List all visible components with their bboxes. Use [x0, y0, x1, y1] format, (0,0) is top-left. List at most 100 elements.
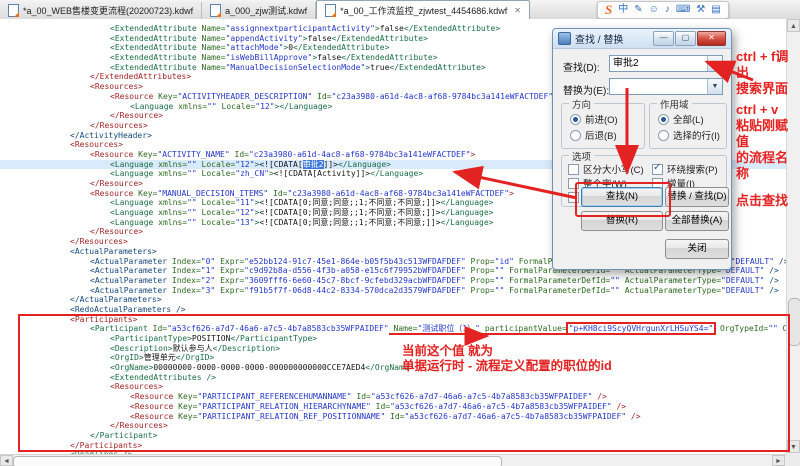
direction-option-0[interactable]: 前进(O): [570, 112, 618, 126]
scroll-down-icon[interactable]: ▼: [787, 440, 800, 453]
close-icon[interactable]: ✕: [697, 31, 726, 46]
minimize-icon[interactable]: —: [653, 31, 674, 46]
editor-tab-1[interactable]: a_000_zjw测试.kdwf: [202, 2, 316, 19]
scope-option-0[interactable]: 全部(L): [658, 112, 704, 126]
chevron-down-icon[interactable]: ▼: [707, 79, 722, 94]
checkbox-icon[interactable]: [568, 178, 579, 189]
code-token: "assignnextparticipantActivity": [226, 24, 375, 33]
code-token: "DEFAULT": [721, 276, 764, 285]
code-token: xmlns=: [158, 218, 187, 227]
code-token: 默认参与人: [173, 344, 213, 353]
tab-label: *a_00_WEB售楼变更流程(20200723).kdwf: [23, 4, 193, 17]
checkbox-icon[interactable]: [568, 164, 579, 175]
code-token: "attachMode": [226, 43, 284, 52]
code-token: Index=: [172, 257, 201, 266]
scroll-up-icon[interactable]: ▲: [787, 19, 800, 32]
code-token: "": [610, 286, 620, 295]
ime-pen-icon[interactable]: ✎: [634, 3, 642, 17]
ime-toolbox-icon[interactable]: ⚒: [696, 3, 705, 17]
replace-input[interactable]: ▼: [609, 78, 723, 95]
option-option-0[interactable]: 区分大小写(C): [568, 162, 644, 176]
maximize-icon[interactable]: ▢: [675, 31, 696, 46]
code-token: Key=: [138, 189, 157, 198]
code-token: "c23a3980-a61d-4ac8-af68-9784bc3a141eWFA…: [332, 92, 554, 101]
code-token: "a53cf626-a7d7-46a6-a7c5-4b7a8583cb35WFP…: [371, 392, 593, 401]
replace-label: 替换为(E):: [563, 82, 609, 97]
code-token: Name=: [202, 24, 226, 33]
replace-all-button[interactable]: 全部替换(A): [665, 211, 729, 231]
code-token: <Resource: [110, 92, 158, 101]
code-token: Id=: [352, 392, 371, 401]
direction-group: 方向 前进(O)后退(B): [561, 103, 645, 149]
scroll-left-icon[interactable]: ◄: [0, 455, 13, 466]
code-token: "": [187, 218, 197, 227]
code-token: Expr=: [215, 257, 244, 266]
code-token: Name=: [202, 53, 226, 62]
code-token: true: [370, 63, 389, 72]
option-label: 区分大小写(C): [583, 162, 644, 176]
ime-language-toggle[interactable]: 中: [618, 3, 628, 17]
code-token: <Language: [110, 198, 158, 207]
editor-tab-2[interactable]: *a_00_工作流监控_zjwtest_4454686.kdwf✕: [316, 0, 530, 19]
file-icon: [325, 4, 336, 17]
horizontal-scroll-thumb[interactable]: [13, 456, 502, 466]
code-token: false: [308, 34, 332, 43]
code-line-41: </Resources>: [0, 421, 786, 431]
code-token: />: [764, 266, 778, 275]
vertical-scroll-thumb[interactable]: [788, 298, 800, 346]
radio-icon[interactable]: [570, 130, 581, 141]
scroll-right-icon[interactable]: ►: [772, 455, 785, 466]
code-token: Key=: [158, 92, 177, 101]
code-token: />: [764, 286, 778, 295]
checkbox-icon[interactable]: [652, 164, 663, 175]
find-button[interactable]: 查找(N): [581, 187, 663, 207]
code-token: Name=: [389, 324, 418, 335]
option-option-1[interactable]: 环绕搜索(P): [652, 162, 718, 176]
dialog-title-bar[interactable]: 查找 / 替换 — ▢ ✕: [553, 29, 731, 49]
replace-button[interactable]: 替换(R): [581, 211, 663, 231]
radio-icon[interactable]: [658, 130, 669, 141]
horizontal-scrollbar[interactable]: ◄ ►: [0, 454, 786, 466]
checkbox-icon[interactable]: [568, 192, 579, 203]
code-token: </Resource>: [90, 179, 143, 188]
sogou-logo-icon[interactable]: S: [605, 2, 612, 18]
chevron-down-icon[interactable]: ▼: [707, 56, 722, 71]
code-token: </Language>: [370, 169, 423, 178]
code-token: Key=: [178, 402, 197, 411]
code-token: false: [380, 24, 404, 33]
radio-icon[interactable]: [570, 114, 581, 125]
direction-option-1[interactable]: 后退(B): [570, 128, 617, 142]
radio-icon[interactable]: [658, 114, 669, 125]
code-token: Locale=: [197, 218, 236, 227]
replace-find-button[interactable]: 替换 / 查找(D): [665, 187, 729, 207]
code-token: <ActualParameter: [90, 266, 172, 275]
ime-emoji-icon[interactable]: ☺: [649, 3, 659, 17]
code-token: "PARTICIPANT_REFERENCEHUMANNAME": [197, 392, 351, 401]
code-token: Id=: [153, 324, 167, 333]
ime-voice-icon[interactable]: ♪: [665, 3, 670, 17]
ime-soft-keyboard-icon[interactable]: ⌨: [676, 3, 690, 17]
code-token: "": [610, 276, 620, 285]
code-token: "2": [201, 276, 215, 285]
code-token: </ExtendedAttribute>: [293, 43, 389, 52]
code-token: "MANUAL_DECISION_ITEMS": [157, 189, 268, 198]
code-token: </Resource>: [110, 111, 163, 120]
code-token: FormalParameterDefId=: [504, 286, 610, 295]
code-token: Locale=: [197, 160, 236, 169]
code-token: </OrgName>: [365, 363, 413, 372]
ime-skin-icon[interactable]: ▤: [711, 3, 720, 17]
close-button[interactable]: 关闭: [665, 239, 729, 259]
code-token: </Participant>: [90, 431, 157, 440]
code-token: </Resources>: [110, 421, 168, 430]
tab-close-icon[interactable]: ✕: [514, 6, 521, 15]
vertical-scrollbar[interactable]: ▲ ▼: [786, 19, 800, 454]
scope-option-1[interactable]: 选择的行(I): [658, 128, 720, 142]
find-input[interactable]: 审批2 ▼: [609, 55, 723, 72]
sogou-ime-bar[interactable]: S 中 ✎ ☺ ♪ ⌨ ⚒ ▤: [597, 1, 729, 19]
code-token: xmlns=: [158, 198, 187, 207]
code-token: <ExtendedAttribute: [110, 34, 202, 43]
code-token: "appendActivity": [226, 34, 303, 43]
ime-icon-group: 中 ✎ ☺ ♪ ⌨ ⚒ ▤: [618, 3, 720, 17]
code-token: </ParticipantType>: [230, 334, 317, 343]
editor-tab-0[interactable]: *a_00_WEB售楼变更流程(20200723).kdwf: [0, 2, 202, 19]
